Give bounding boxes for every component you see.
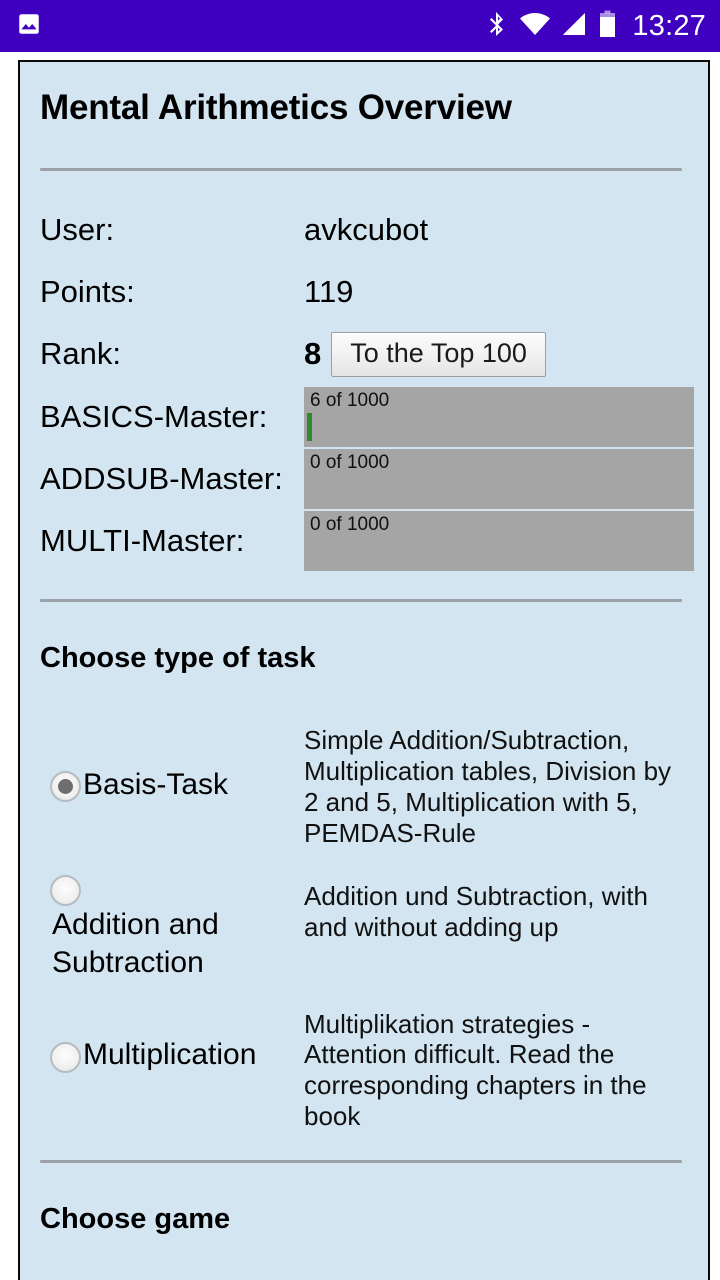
user-label: User: (40, 212, 115, 247)
basics-master-label: BASICS-Master: (40, 399, 268, 434)
points-row: Points: 119 (38, 261, 694, 323)
radio-option-addition-subtraction-left[interactable]: Addition and Subtraction (38, 871, 304, 983)
radio-description-addition-subtraction: Addition und Subtraction, with and witho… (304, 880, 648, 942)
points-value: 119 (304, 274, 354, 309)
points-label: Points: (40, 274, 135, 309)
user-stats-block: User: avkcubot Points: 119 Rank: 8 To th… (38, 199, 694, 571)
status-bar: 13:27 (0, 0, 720, 52)
content-area: Mental Arithmetics Overview User: avkcub… (0, 52, 720, 1280)
radio-description-basis-task: Simple Addition/Subtraction, Multiplicat… (304, 725, 672, 848)
status-bar-left (16, 11, 42, 42)
basics-master-progressbar[interactable]: 6 of 1000 (304, 387, 694, 447)
rank-value: 8 (304, 336, 322, 371)
multi-master-progress-text: 0 of 1000 (310, 514, 390, 535)
status-bar-clock: 13:27 (632, 9, 706, 42)
choose-game-heading: Choose game (40, 1203, 231, 1236)
divider-middle (40, 599, 682, 602)
addsub-master-label: ADDSUB-Master: (40, 461, 283, 496)
wifi-icon (519, 11, 551, 42)
radio-option-addition-subtraction[interactable]: Addition and Subtraction Addition und Su… (38, 871, 694, 983)
basics-master-progress-text: 6 of 1000 (310, 390, 390, 411)
progress-row-multi: MULTI-Master: 0 of 1000 (38, 511, 694, 571)
radio-button-icon-addition-subtraction[interactable] (50, 874, 81, 906)
radio-option-basis-task[interactable]: Basis-Task Simple Addition/Subtraction, … (38, 721, 694, 849)
basics-master-progress-fill (307, 413, 312, 441)
cellular-signal-icon (561, 11, 589, 42)
bluetooth-icon (485, 10, 509, 43)
divider-bottom (40, 1160, 682, 1164)
addsub-master-progress-text: 0 of 1000 (310, 452, 390, 473)
radio-label-basis-task: Basis-Task (83, 767, 229, 801)
radio-option-multiplication[interactable]: Multiplication Multiplikation strategies… (38, 1009, 694, 1133)
divider-top (40, 168, 682, 171)
choose-task-heading: Choose type of task (40, 642, 316, 674)
to-the-top-100-button[interactable]: To the Top 100 (331, 331, 546, 377)
radio-description-multiplication: Multiplikation strategies - Attention di… (304, 1008, 647, 1132)
page-title: Mental Arithmetics Overview (40, 88, 512, 127)
task-radio-group: Basis-Task Simple Addition/Subtraction, … (38, 721, 694, 1132)
rank-row: Rank: 8 To the Top 100 (38, 323, 694, 385)
radio-option-basis-task-left[interactable]: Basis-Task (38, 766, 304, 804)
radio-button-icon-basis-task[interactable] (50, 771, 81, 803)
rank-label: Rank: (40, 336, 121, 371)
radio-label-addition-subtraction: Addition and Subtraction (52, 907, 219, 980)
image-icon (16, 11, 42, 42)
status-bar-right: 13:27 (485, 10, 706, 43)
battery-icon (599, 10, 616, 43)
progress-row-addsub: ADDSUB-Master: 0 of 1000 (38, 449, 694, 509)
radio-option-multiplication-left[interactable]: Multiplication (38, 1009, 304, 1074)
addsub-master-progressbar[interactable]: 0 of 1000 (304, 449, 694, 509)
user-row: User: avkcubot (38, 199, 694, 261)
multi-master-label: MULTI-Master: (40, 523, 245, 558)
multi-master-progressbar[interactable]: 0 of 1000 (304, 511, 694, 571)
user-value: avkcubot (304, 212, 429, 247)
overview-card: Mental Arithmetics Overview User: avkcub… (18, 60, 710, 1280)
progress-row-basics: BASICS-Master: 6 of 1000 (38, 387, 694, 447)
radio-button-icon-multiplication[interactable] (50, 1041, 81, 1073)
radio-label-multiplication: Multiplication (83, 1037, 257, 1071)
